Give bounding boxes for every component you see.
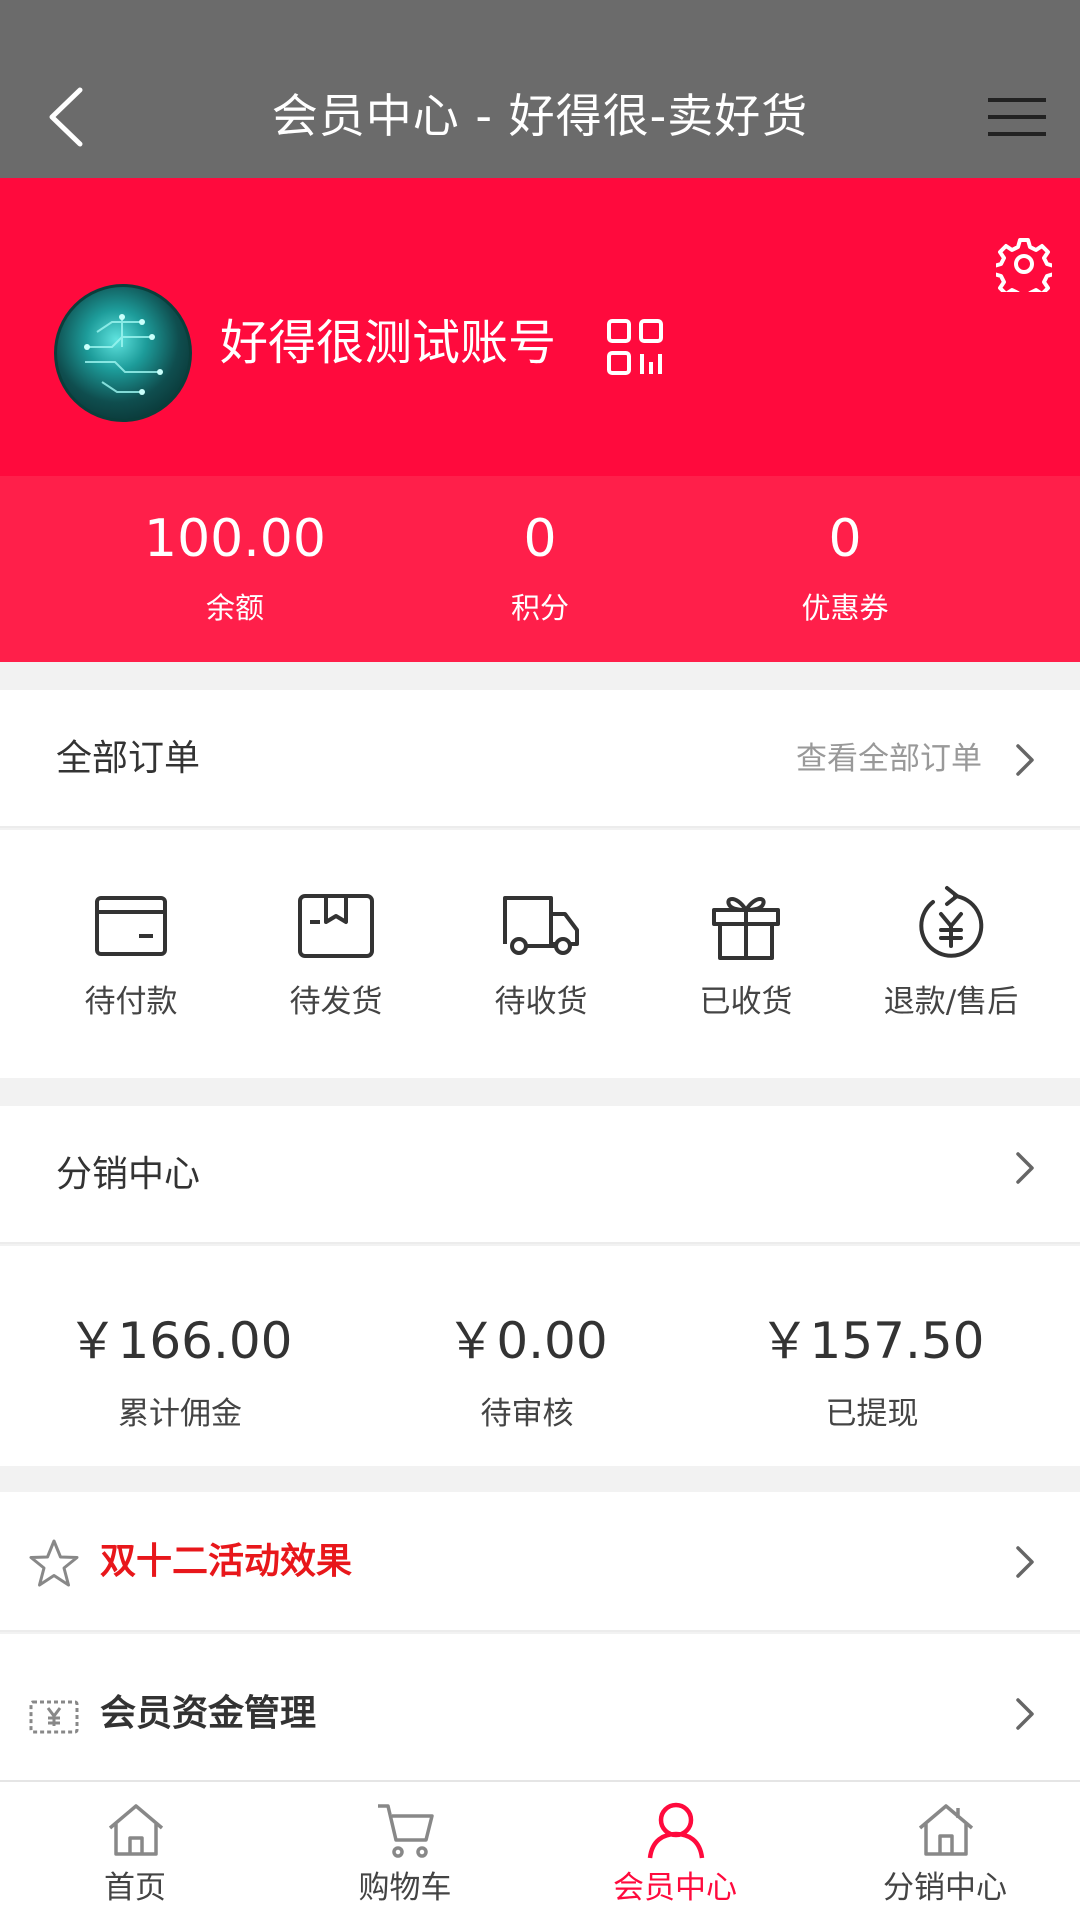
order-status-label: 待付款 — [84, 984, 178, 1020]
tab-label: 首页 — [104, 1870, 166, 1906]
amount-label: 待审核 — [480, 1396, 574, 1432]
star-icon — [29, 1539, 79, 1587]
amount-value: ￥166.00 — [67, 1312, 293, 1370]
user-icon — [647, 1802, 705, 1859]
tab-label: 分销中心 — [883, 1870, 1007, 1906]
amount-value: ￥0.00 — [446, 1312, 608, 1370]
tab-cart[interactable]: 购物车 — [270, 1782, 540, 1920]
chevron-right-icon — [1016, 1546, 1034, 1578]
member-funds-row[interactable]: 会员资金管理 — [0, 1634, 1080, 1780]
funds-link-label: 会员资金管理 — [100, 1693, 317, 1734]
cart-icon — [378, 1804, 434, 1858]
order-status-label: 已收货 — [699, 984, 793, 1020]
hamburger-menu-icon[interactable] — [988, 96, 1046, 138]
stat-label: 余额 — [205, 591, 264, 625]
refund-icon — [919, 886, 984, 958]
campaign-link-label: 双十二活动效果 — [100, 1541, 353, 1582]
tab-member-center[interactable]: 会员中心 — [540, 1782, 810, 1920]
stat-label: 积分 — [510, 591, 569, 625]
stat-label: 优惠券 — [801, 591, 889, 625]
gear-icon[interactable] — [996, 236, 1052, 292]
avatar-image — [84, 314, 163, 395]
orders-title: 全部订单 — [56, 738, 201, 779]
all-orders-row[interactable]: 全部订单 查看全部订单 — [0, 690, 1080, 828]
amount-value: ￥157.50 — [759, 1312, 985, 1370]
commission-summary: ￥166.00 累计佣金 ￥0.00 待审核 ￥157.50 已提现 — [0, 1246, 1080, 1466]
double-twelve-campaign-row[interactable]: 双十二活动效果 — [0, 1492, 1080, 1632]
bottom-tab-bar: 首页 购物车 会员中心 分销中心 — [0, 1780, 1080, 1920]
order-status-grid: 待付款 待发货 待收货 已收货 退款/售后 — [0, 830, 1080, 1078]
qr-code-icon[interactable] — [606, 318, 664, 376]
tab-label: 购物车 — [358, 1870, 452, 1906]
chevron-right-icon — [1016, 1698, 1034, 1730]
tab-home[interactable]: 首页 — [0, 1782, 270, 1920]
money-bill-icon — [29, 1700, 79, 1734]
stat-value: 0 — [523, 509, 557, 569]
wallet-icon — [95, 896, 167, 956]
truck-icon — [503, 896, 579, 955]
tab-distribution-center[interactable]: 分销中心 — [810, 1782, 1080, 1920]
distribution-center-row[interactable]: 分销中心 — [0, 1106, 1080, 1244]
gift-icon — [712, 897, 780, 960]
amount-label: 累计佣金 — [118, 1396, 242, 1432]
view-all-orders-link[interactable]: 查看全部订单 — [796, 734, 982, 784]
order-status-label: 待发货 — [289, 984, 383, 1020]
account-stats: 100.00 余额 0 积分 0 优惠券 — [0, 476, 1080, 662]
home-icon — [108, 1804, 164, 1856]
tab-label: 会员中心 — [613, 1870, 737, 1906]
amount-label: 已提现 — [825, 1396, 919, 1432]
avatar[interactable] — [54, 284, 192, 422]
box-icon — [298, 894, 374, 958]
chevron-right-icon — [1016, 1152, 1034, 1184]
order-status-label: 待收货 — [494, 984, 588, 1020]
distribution-home-icon — [918, 1804, 974, 1856]
chevron-right-icon — [1016, 744, 1034, 776]
order-status-label: 退款/售后 — [883, 984, 1019, 1020]
username: 好得很测试账号 — [220, 315, 557, 371]
stat-value: 100.00 — [144, 509, 326, 569]
page-title: 会员中心 - 好得很-卖好货 — [271, 89, 809, 143]
distribution-title: 分销中心 — [56, 1154, 201, 1195]
chevron-left-icon[interactable] — [40, 82, 96, 152]
top-bar: 会员中心 - 好得很-卖好货 — [0, 0, 1080, 178]
stat-value: 0 — [828, 509, 862, 569]
